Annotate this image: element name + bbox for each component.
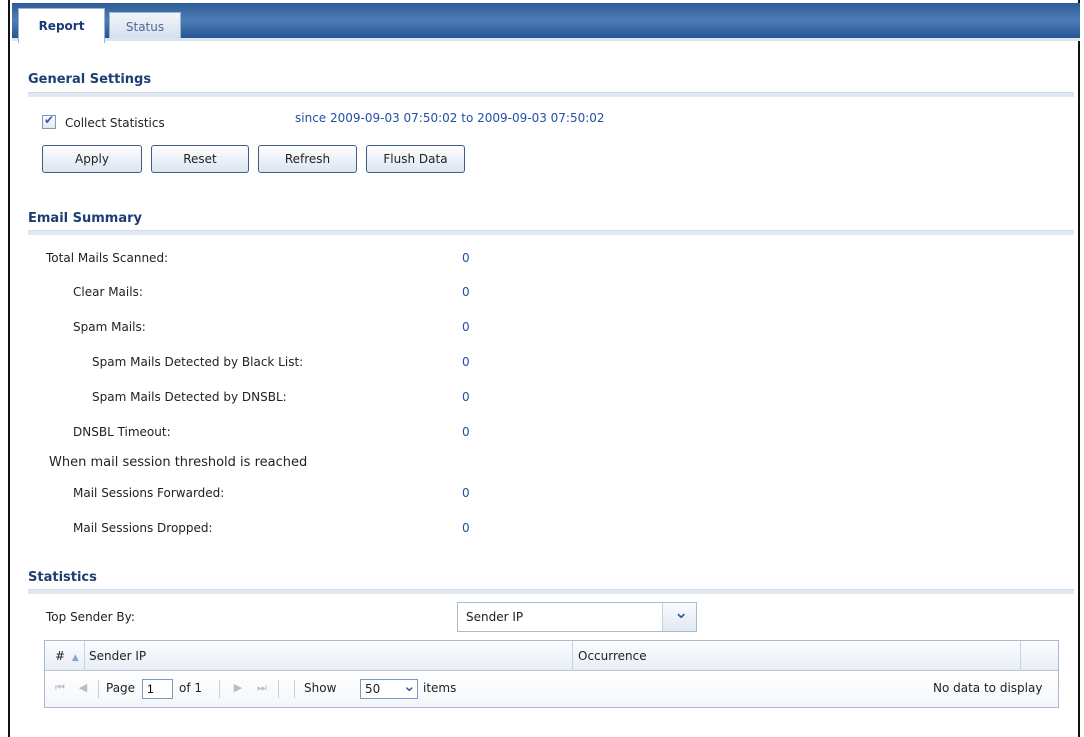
column-index-label: #: [55, 649, 66, 663]
column-occurrence-header[interactable]: Occurrence: [578, 649, 647, 663]
flush-data-button[interactable]: Flush Data: [366, 145, 465, 173]
statistics-title: Statistics: [28, 570, 97, 585]
general-settings-title: General Settings: [28, 72, 152, 87]
pager-separator: [219, 680, 220, 698]
previous-page-icon[interactable]: ◀: [76, 681, 90, 695]
collect-statistics-label: Collect Statistics: [65, 116, 165, 130]
tab-status-label: Status: [125, 19, 165, 34]
refresh-button-label: Refresh: [284, 152, 331, 166]
statistics-time-range: since 2009-09-03 07:50:02 to 2009-09-03 …: [295, 111, 605, 125]
app-frame: Report Status General Settings Collect S…: [8, 0, 1080, 737]
column-index-header[interactable]: # ▲: [55, 649, 79, 663]
general-settings-divider: [28, 92, 1074, 97]
pager-separator: [294, 680, 295, 698]
top-sender-selected-value: Sender IP: [466, 610, 524, 624]
summary-label-dnsbl-timeout: DNSBL Timeout:: [73, 425, 171, 439]
tab-bar: Report Status: [12, 3, 1080, 43]
statistics-divider: [28, 589, 1074, 594]
items-label: items: [423, 681, 457, 695]
column-sender-ip-header[interactable]: Sender IP: [89, 649, 146, 663]
first-page-icon[interactable]: ⏮: [53, 681, 67, 695]
top-sender-label: Top Sender By:: [46, 610, 135, 624]
last-page-icon[interactable]: ⏭: [255, 681, 269, 695]
apply-button-label: Apply: [75, 152, 109, 166]
next-page-icon[interactable]: ▶: [231, 681, 245, 695]
summary-value-spam-black-list: 0: [462, 355, 470, 369]
grid-column-divider[interactable]: [1020, 641, 1021, 671]
grid-column-divider[interactable]: [84, 641, 85, 671]
pager-separator: [98, 680, 99, 698]
summary-label-spam-mails: Spam Mails:: [73, 320, 146, 334]
page-size-value: 50: [365, 682, 381, 696]
page-number-input[interactable]: [142, 679, 173, 699]
page-count-label: of 1: [179, 681, 203, 695]
summary-label-spam-black-list: Spam Mails Detected by Black List:: [92, 355, 304, 369]
tab-status[interactable]: Status: [109, 12, 181, 40]
email-summary-divider: [28, 230, 1074, 235]
reset-button[interactable]: Reset: [151, 145, 249, 173]
summary-label-clear-mails: Clear Mails:: [73, 285, 143, 299]
reset-button-label: Reset: [183, 152, 217, 166]
email-summary-title: Email Summary: [28, 211, 143, 226]
grid-header: # ▲ Sender IP Occurrence: [45, 641, 1058, 671]
summary-value-spam-dnsbl: 0: [462, 390, 470, 404]
summary-value-dnsbl-timeout: 0: [462, 425, 470, 439]
summary-label-total-mails-scanned: Total Mails Scanned:: [46, 251, 169, 265]
summary-label-mail-sessions-forwarded: Mail Sessions Forwarded:: [73, 486, 225, 500]
show-label: Show: [304, 681, 337, 695]
no-data-message: No data to display: [933, 681, 1043, 695]
page-size-select[interactable]: 50: [360, 677, 418, 699]
page-label: Page: [106, 681, 136, 695]
refresh-button[interactable]: Refresh: [258, 145, 357, 173]
tab-report-label: Report: [38, 19, 85, 33]
grid-pager: ⏮ ◀ Page of 1 ▶ ⏭ Show 50 items No data …: [45, 671, 1058, 707]
collect-statistics-checkbox[interactable]: [42, 113, 56, 129]
top-sender-select[interactable]: Sender IP: [457, 602, 697, 632]
sort-ascending-icon: ▲: [71, 653, 79, 663]
summary-value-clear-mails: 0: [462, 285, 470, 299]
mail-threshold-heading: When mail session threshold is reached: [49, 455, 308, 470]
tab-report[interactable]: Report: [18, 8, 105, 43]
apply-button[interactable]: Apply: [42, 145, 142, 173]
flush-data-button-label: Flush Data: [383, 152, 448, 166]
summary-label-spam-dnsbl: Spam Mails Detected by DNSBL:: [92, 390, 287, 404]
grid-column-divider[interactable]: [572, 641, 573, 671]
summary-label-mail-sessions-dropped: Mail Sessions Dropped:: [73, 521, 213, 535]
sender-statistics-grid: # ▲ Sender IP Occurrence ⏮ ◀ Page of 1 ▶…: [44, 640, 1059, 708]
summary-value-total-mails-scanned: 0: [462, 251, 470, 265]
chevron-down-icon: [662, 603, 696, 631]
summary-value-mail-sessions-forwarded: 0: [462, 486, 470, 500]
summary-value-mail-sessions-dropped: 0: [462, 521, 470, 535]
chevron-down-icon: [399, 677, 417, 698]
summary-value-spam-mails: 0: [462, 320, 470, 334]
pager-separator: [278, 680, 279, 698]
